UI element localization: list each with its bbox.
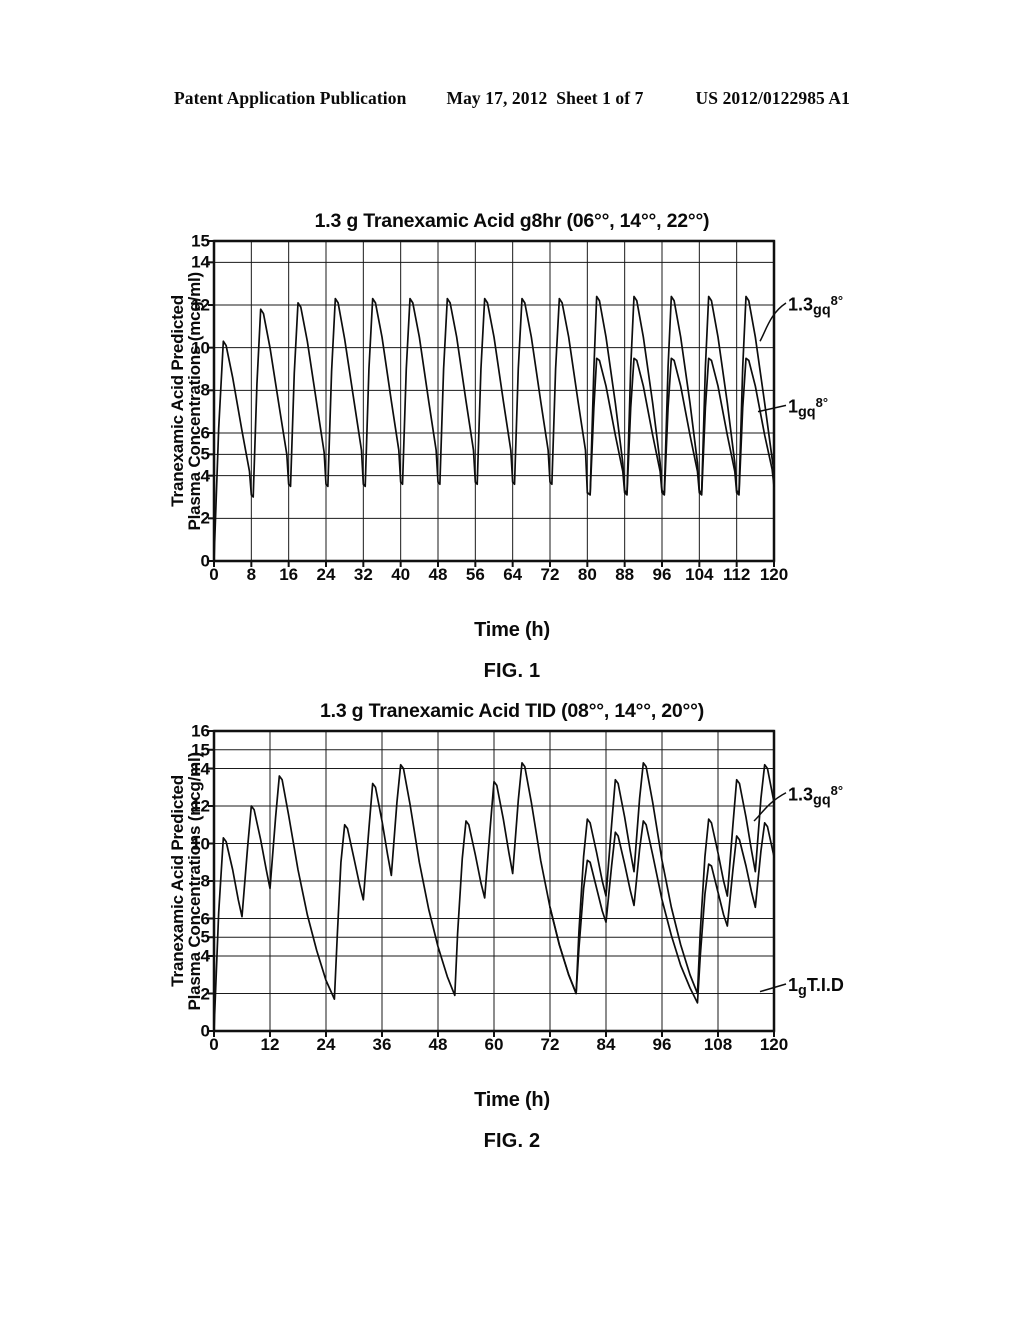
x-tick-labels-1: 0 8 16 24 32 40 48 56 64 72 80 88 96 104 112 120 xyxy=(209,565,788,588)
x-tick-labels-2: 0 12 24 36 48 60 72 84 96 108 120 xyxy=(209,1035,788,1058)
chart-title-1: 1.3 g Tranexamic Acid g8hr (06°°, 14°°, … xyxy=(314,210,710,232)
x-tick-40: 40 xyxy=(391,565,411,584)
y-tick-labels-2: 0 2 4 5 6 8 10 12 14 15 16 xyxy=(184,723,210,1040)
y-tick-6: 6 xyxy=(200,423,210,443)
x-tick-24: 24 xyxy=(316,1035,336,1054)
y-tick-5: 5 xyxy=(200,927,210,947)
x-tick-96: 96 xyxy=(652,1035,672,1054)
y-tick-2: 2 xyxy=(200,508,210,528)
figure-2: 1.3 g Tranexamic Acid TID (08°°, 14°°, 2… xyxy=(0,700,1024,1153)
x-axis-title-2: Time (h) xyxy=(474,1089,550,1111)
x-tick-48: 48 xyxy=(428,1035,448,1054)
y-tick-labels-1: 0 2 4 5 6 8 10 12 14 15 xyxy=(184,233,210,570)
y-tick-10: 10 xyxy=(191,834,210,853)
x-tick-64: 64 xyxy=(503,565,523,584)
y-tick-8: 8 xyxy=(200,871,210,891)
x-tick-120: 120 xyxy=(759,1035,789,1054)
x-tick-72: 72 xyxy=(540,565,560,584)
x-tick-60: 60 xyxy=(484,1035,504,1054)
y-tick-14: 14 xyxy=(191,759,210,778)
y-tick-15: 15 xyxy=(191,740,210,760)
x-tick-120: 120 xyxy=(759,565,789,584)
y-tick-14: 14 xyxy=(191,252,210,272)
y-tick-12: 12 xyxy=(191,295,210,315)
series-label-1gq8: 1gq8° xyxy=(788,395,828,421)
x-tick-0: 0 xyxy=(209,565,219,584)
y-tick-6: 6 xyxy=(200,909,210,928)
y-tick-5: 5 xyxy=(200,444,210,464)
series-label-1-3gq8: 1.3gq8° xyxy=(788,782,844,809)
x-tick-84: 84 xyxy=(596,1035,616,1054)
chart-title-2: 1.3 g Tranexamic Acid TID (08°°, 14°°, 2… xyxy=(319,700,705,722)
y-tick-15: 15 xyxy=(191,231,210,251)
x-tick-72: 72 xyxy=(540,1035,560,1054)
y-tick-2: 2 xyxy=(200,984,210,1003)
x-tick-80: 80 xyxy=(577,565,597,584)
x-tick-88: 88 xyxy=(615,565,635,584)
y-axis-title-line1: Tranexamic Acid Predicted xyxy=(167,295,187,507)
chart-plot-2 xyxy=(208,729,787,1037)
x-tick-108: 108 xyxy=(703,1035,733,1054)
y-tick-4: 4 xyxy=(200,466,210,486)
figure-caption-2: FIG. 2 xyxy=(483,1130,541,1152)
figure-caption-1: FIG. 1 xyxy=(483,660,541,682)
publication-label: Patent Application Publication xyxy=(173,88,407,108)
x-axis-title-1: Time (h) xyxy=(474,619,550,641)
chart-frame-2: Tranexamic Acid Predicted Plasma Concent… xyxy=(162,723,862,1065)
figure-1: 1.3 g Tranexamic Acid g8hr (06°°, 14°°, … xyxy=(0,210,1024,683)
x-tick-56: 56 xyxy=(465,565,485,584)
x-tick-96: 96 xyxy=(652,565,672,584)
publication-date: May 17, 2012 xyxy=(446,88,548,108)
x-tick-32: 32 xyxy=(353,565,373,584)
y-tick-4: 4 xyxy=(200,946,210,966)
series-label-1gtid: 1gT.I.D xyxy=(788,975,844,1000)
y-tick-16: 16 xyxy=(191,721,210,741)
y-tick-10: 10 xyxy=(191,338,210,358)
x-tick-16: 16 xyxy=(279,565,299,584)
plot-area-2: 0 2 4 5 6 8 10 12 14 15 16 0 12 24 36 48 60 72 84 96 108 120… xyxy=(191,723,844,1061)
x-tick-112: 112 xyxy=(722,565,751,584)
y-tick-12: 12 xyxy=(191,796,210,816)
patent-header: Patent Application Publication May 17, 2… xyxy=(0,88,1024,109)
chart-plot-1 xyxy=(208,239,787,567)
plot-area-1: 0 2 4 5 6 8 10 12 14 15 0 8 16 24 32 40 48 56 64 72 80 88 96 1… xyxy=(191,233,843,591)
x-tick-12: 12 xyxy=(260,1035,280,1054)
x-tick-0: 0 xyxy=(209,1035,219,1054)
chart-frame-1: Tranexamic Acid Predicted Plasma Concent… xyxy=(162,233,862,595)
y-tick-8: 8 xyxy=(200,380,210,400)
x-tick-48: 48 xyxy=(428,565,448,584)
x-tick-36: 36 xyxy=(372,1035,392,1054)
x-tick-24: 24 xyxy=(316,565,336,584)
patent-number: US 2012/0122985 A1 xyxy=(695,88,850,108)
sheet-number: Sheet 1 of 7 xyxy=(556,88,644,108)
x-tick-8: 8 xyxy=(246,565,257,584)
y-axis-title-line1: Tranexamic Acid Predicted xyxy=(167,775,187,987)
series-label-1-3gq8: 1.3gq8° xyxy=(788,293,844,319)
x-tick-104: 104 xyxy=(685,565,714,584)
